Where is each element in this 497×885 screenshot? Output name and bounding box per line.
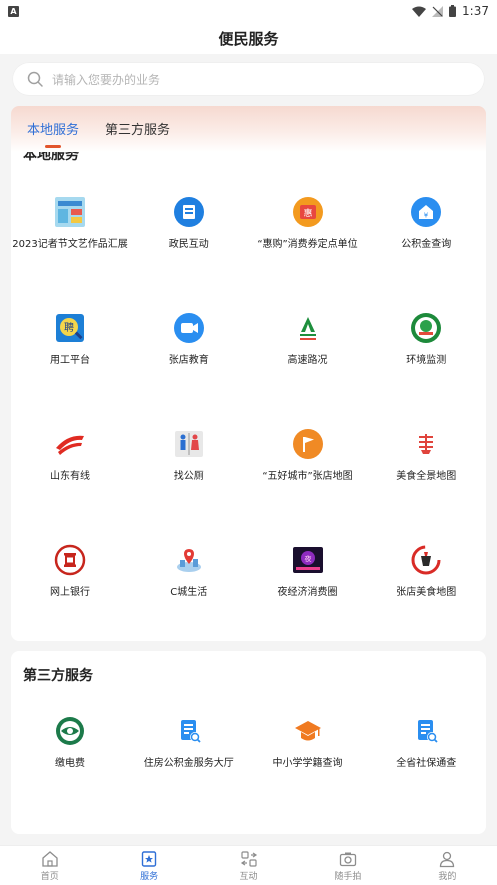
- service-item-label: “五好城市”张店地图: [262, 471, 353, 482]
- nav-item-interaction[interactable]: 互动: [199, 846, 298, 885]
- student-status-icon: [292, 715, 324, 747]
- city-life-icon: [173, 544, 205, 576]
- food-map-icon: [410, 428, 442, 460]
- service-item[interactable]: 高速路况: [249, 312, 367, 366]
- service-item-label: 找公厕: [173, 471, 204, 482]
- social-security-icon: [410, 715, 442, 747]
- service-item-label: 全省社保通查: [396, 758, 457, 769]
- local-section-title: 本地服务: [23, 152, 79, 163]
- service-item-label: 缴电费: [55, 758, 85, 769]
- service-item-label: 夜经济消费圈: [277, 587, 338, 598]
- service-item[interactable]: 聘用工平台: [11, 312, 129, 366]
- service-item[interactable]: 山东有线: [11, 428, 129, 482]
- nav-item-home[interactable]: 首页: [0, 846, 99, 885]
- night-economy-icon: 夜: [292, 544, 324, 576]
- service-item-label: 中小学学籍查询: [272, 758, 343, 769]
- search-placeholder: 请输入您要办的业务: [52, 72, 161, 87]
- city-map-flag-icon: [292, 428, 324, 460]
- service-item-label: 公积金查询: [401, 239, 452, 250]
- service-item[interactable]: C城生活: [130, 544, 248, 598]
- service-item-label: 张店教育: [168, 355, 209, 366]
- service-item[interactable]: 张店教育: [130, 312, 248, 366]
- service-item[interactable]: 找公厕: [130, 428, 248, 482]
- third-party-section-title: 第三方服务: [23, 668, 93, 684]
- service-item[interactable]: ¥ 公积金查询: [367, 196, 485, 250]
- profile-icon: [438, 850, 456, 869]
- service-item-label: 山东有线: [50, 471, 90, 482]
- service-item-label: 2023记者节文艺作品汇展: [12, 239, 128, 250]
- zhangdian-food-icon: [410, 544, 442, 576]
- service-item[interactable]: 中小学学籍查询: [249, 715, 367, 769]
- service-item-label: “惠购”消费券定点单位: [257, 239, 358, 250]
- service-item-label: 政民互动: [168, 239, 209, 250]
- nav-label: 互动: [239, 871, 258, 882]
- service-item-label: C城生活: [170, 587, 208, 598]
- tab-third-party[interactable]: 第三方服务: [105, 119, 170, 138]
- service-item-label: 用工平台: [50, 355, 90, 366]
- education-video-icon: [173, 312, 205, 344]
- interaction-icon: [240, 850, 258, 869]
- status-icons: 1:37: [412, 4, 489, 18]
- cable-tv-icon: [54, 428, 86, 460]
- housing-fund-icon: ¥: [410, 196, 442, 228]
- service-item-label: 美食全景地图: [396, 471, 457, 482]
- service-item[interactable]: 缴电费: [11, 715, 129, 769]
- hiring-icon: 聘: [54, 312, 86, 344]
- status-time: 1:37: [462, 4, 489, 18]
- service-item-label: 环境监测: [406, 355, 447, 366]
- nav-item-service[interactable]: 服务: [99, 846, 198, 885]
- service-item[interactable]: 住房公积金服务大厅: [130, 715, 248, 769]
- nav-item-camera[interactable]: 随手拍: [298, 846, 397, 885]
- nav-label: 随手拍: [334, 871, 362, 882]
- service-tabs: 本地服务 第三方服务: [11, 106, 486, 152]
- service-item[interactable]: 惠 “惠购”消费券定点单位: [249, 196, 367, 250]
- bank-icon: [54, 544, 86, 576]
- service-item[interactable]: 夜夜经济消费圈: [249, 544, 367, 598]
- notification-icon: A: [8, 5, 19, 17]
- service-item-label: 住房公积金服务大厅: [143, 758, 234, 769]
- electricity-icon: [54, 715, 86, 747]
- toilet-icon: [173, 428, 205, 460]
- nav-label: 我的: [438, 871, 457, 882]
- svg-text:¥: ¥: [424, 212, 429, 220]
- bottom-nav: 首页 服务 互动 随手拍 我的: [0, 845, 497, 885]
- nav-label: 首页: [40, 871, 59, 882]
- housing-fund-hall-icon: [173, 715, 205, 747]
- battery-icon: [449, 5, 457, 17]
- journalist-festival-icon: [54, 196, 86, 228]
- page-title: 便民服务: [0, 22, 497, 54]
- service-item[interactable]: 政民互动: [130, 196, 248, 250]
- highway-icon: [292, 312, 324, 344]
- service-item-label: 高速路况: [287, 355, 328, 366]
- environment-icon: [410, 312, 442, 344]
- service-item-label: 网上银行: [50, 587, 90, 598]
- nav-item-profile[interactable]: 我的: [398, 846, 497, 885]
- coupon-icon: 惠: [292, 196, 324, 228]
- tab-local[interactable]: 本地服务: [27, 119, 79, 138]
- service-item[interactable]: 环境监测: [367, 312, 485, 366]
- status-bar: A 1:37: [0, 0, 497, 22]
- third-party-card: 第三方服务 缴电费 住房公积金服务大厅 中小学学籍查询 全省社保通查: [11, 651, 486, 834]
- service-item[interactable]: 2023记者节文艺作品汇展: [11, 196, 129, 250]
- service-item[interactable]: 张店美食地图: [367, 544, 485, 598]
- gov-interaction-icon: [173, 196, 205, 228]
- home-icon: [41, 850, 59, 869]
- service-item[interactable]: 美食全景地图: [367, 428, 485, 482]
- svg-text:夜: 夜: [304, 554, 311, 563]
- svg-text:聘: 聘: [64, 321, 74, 334]
- service-item[interactable]: “五好城市”张店地图: [249, 428, 367, 482]
- service-item-label: 张店美食地图: [396, 587, 457, 598]
- no-signal-icon: [432, 5, 444, 17]
- wifi-icon: [412, 6, 427, 17]
- local-services-card: 本地服务 2023记者节文艺作品汇展 政民互动 惠 “惠购”消费券定点单位 ¥ 公积金查询…: [11, 152, 486, 641]
- nav-label: 服务: [140, 871, 159, 882]
- service-item[interactable]: 网上银行: [11, 544, 129, 598]
- service-icon: [140, 850, 158, 869]
- search-icon: [27, 71, 43, 87]
- camera-icon: [339, 850, 357, 869]
- search-input[interactable]: 请输入您要办的业务: [12, 62, 485, 96]
- service-item[interactable]: 全省社保通查: [367, 715, 485, 769]
- svg-text:惠: 惠: [303, 207, 312, 219]
